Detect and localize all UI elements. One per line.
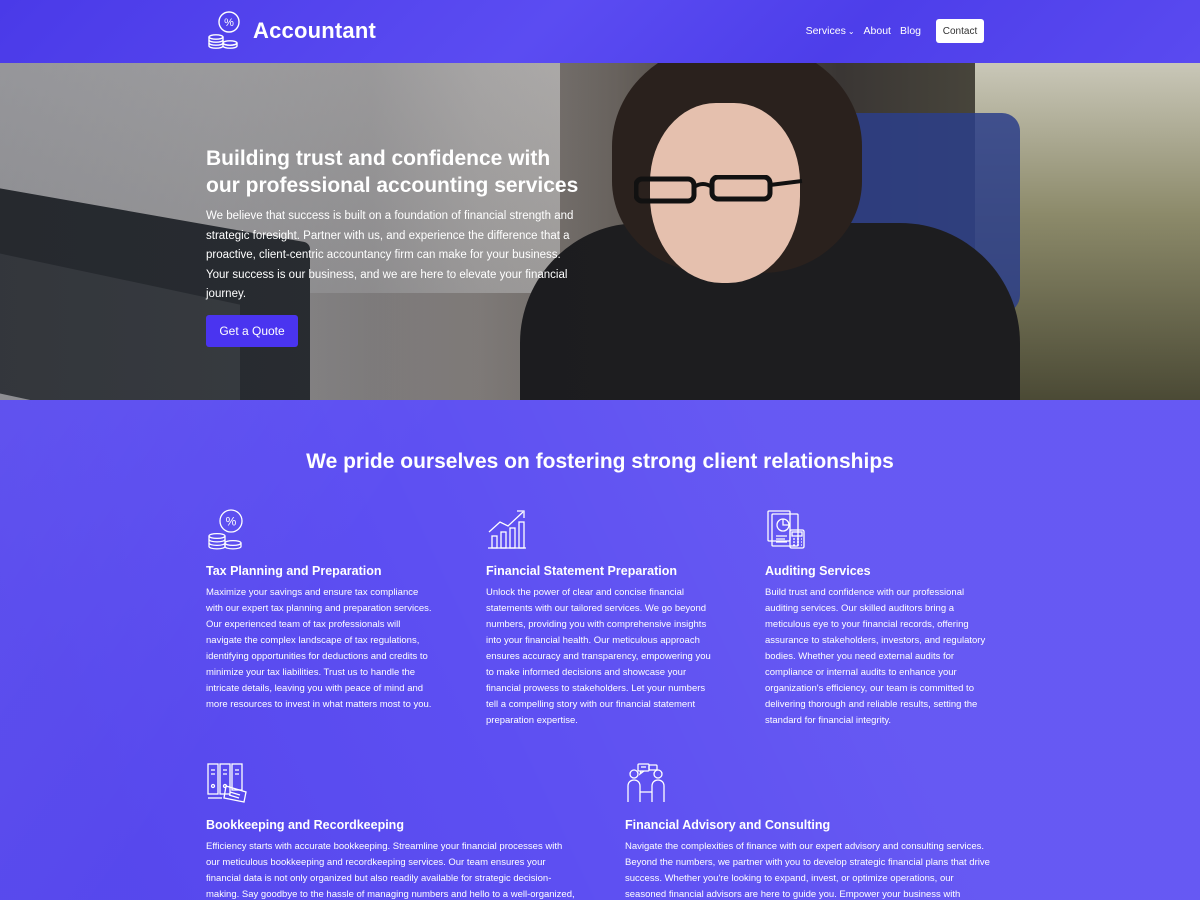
coins-percent-icon: % (208, 509, 243, 550)
section-title: We pride ourselves on fostering strong c… (306, 450, 894, 473)
brand[interactable]: % Accountant (206, 10, 376, 52)
glasses (634, 175, 803, 204)
get-quote-button[interactable]: Get a Quote (206, 314, 298, 347)
service-bookkeeping: Bookkeeping and Recordkeeping Efficiency… (206, 762, 576, 900)
hero-text: We believe that success is built on a fo… (206, 210, 574, 300)
service-description: Build trust and confidence with our prof… (765, 587, 986, 726)
svg-text:%: % (226, 515, 237, 529)
services-section: We pride ourselves on fostering strong c… (0, 400, 1200, 900)
binders-icon (207, 763, 247, 803)
service-description: Navigate the complexities of finance wit… (625, 841, 990, 900)
chevron-down-icon: ⌄ (847, 26, 855, 36)
contact-button[interactable]: Contact (936, 19, 984, 43)
coins-percent-icon: % (208, 11, 240, 49)
svg-text:%: % (224, 17, 234, 29)
service-description: Maximize your savings and ensure tax com… (206, 587, 432, 710)
hero-section: Building trust and confidence with our p… (0, 63, 1200, 400)
service-title: Auditing Services (765, 564, 871, 578)
service-tax-planning: % Tax Planning and Preparation Maximize … (206, 508, 436, 713)
nav-services-label: Services (805, 25, 846, 37)
service-title: Tax Planning and Preparation (206, 564, 382, 578)
service-title: Financial Advisory and Consulting (625, 818, 831, 832)
consulting-people-icon (627, 763, 665, 802)
site-header: % Accountant Services ⌄ About Blog Conta… (0, 0, 1200, 63)
audit-report-icon (767, 510, 805, 549)
brand-name: Accountant (253, 18, 376, 43)
service-description: Unlock the power of clear and concise fi… (486, 587, 711, 726)
hero-title: Building trust and confidence with our p… (206, 147, 579, 197)
growth-chart-icon (488, 510, 526, 549)
nav-about[interactable]: About (864, 25, 891, 37)
service-title: Bookkeeping and Recordkeeping (206, 818, 404, 832)
service-financial-advisory: Financial Advisory and Consulting Naviga… (625, 762, 995, 900)
service-financial-statements: Financial Statement Preparation Unlock t… (486, 508, 716, 729)
service-title: Financial Statement Preparation (486, 564, 678, 578)
service-description: Efficiency starts with accurate bookkeep… (206, 841, 575, 900)
main-nav: Services ⌄ About Blog Contact (806, 19, 984, 43)
service-auditing: Auditing Services Build trust and confid… (765, 508, 995, 729)
nav-blog[interactable]: Blog (900, 25, 921, 37)
hero-content: Building trust and confidence with our p… (206, 145, 586, 347)
nav-services[interactable]: Services ⌄ (806, 25, 855, 37)
